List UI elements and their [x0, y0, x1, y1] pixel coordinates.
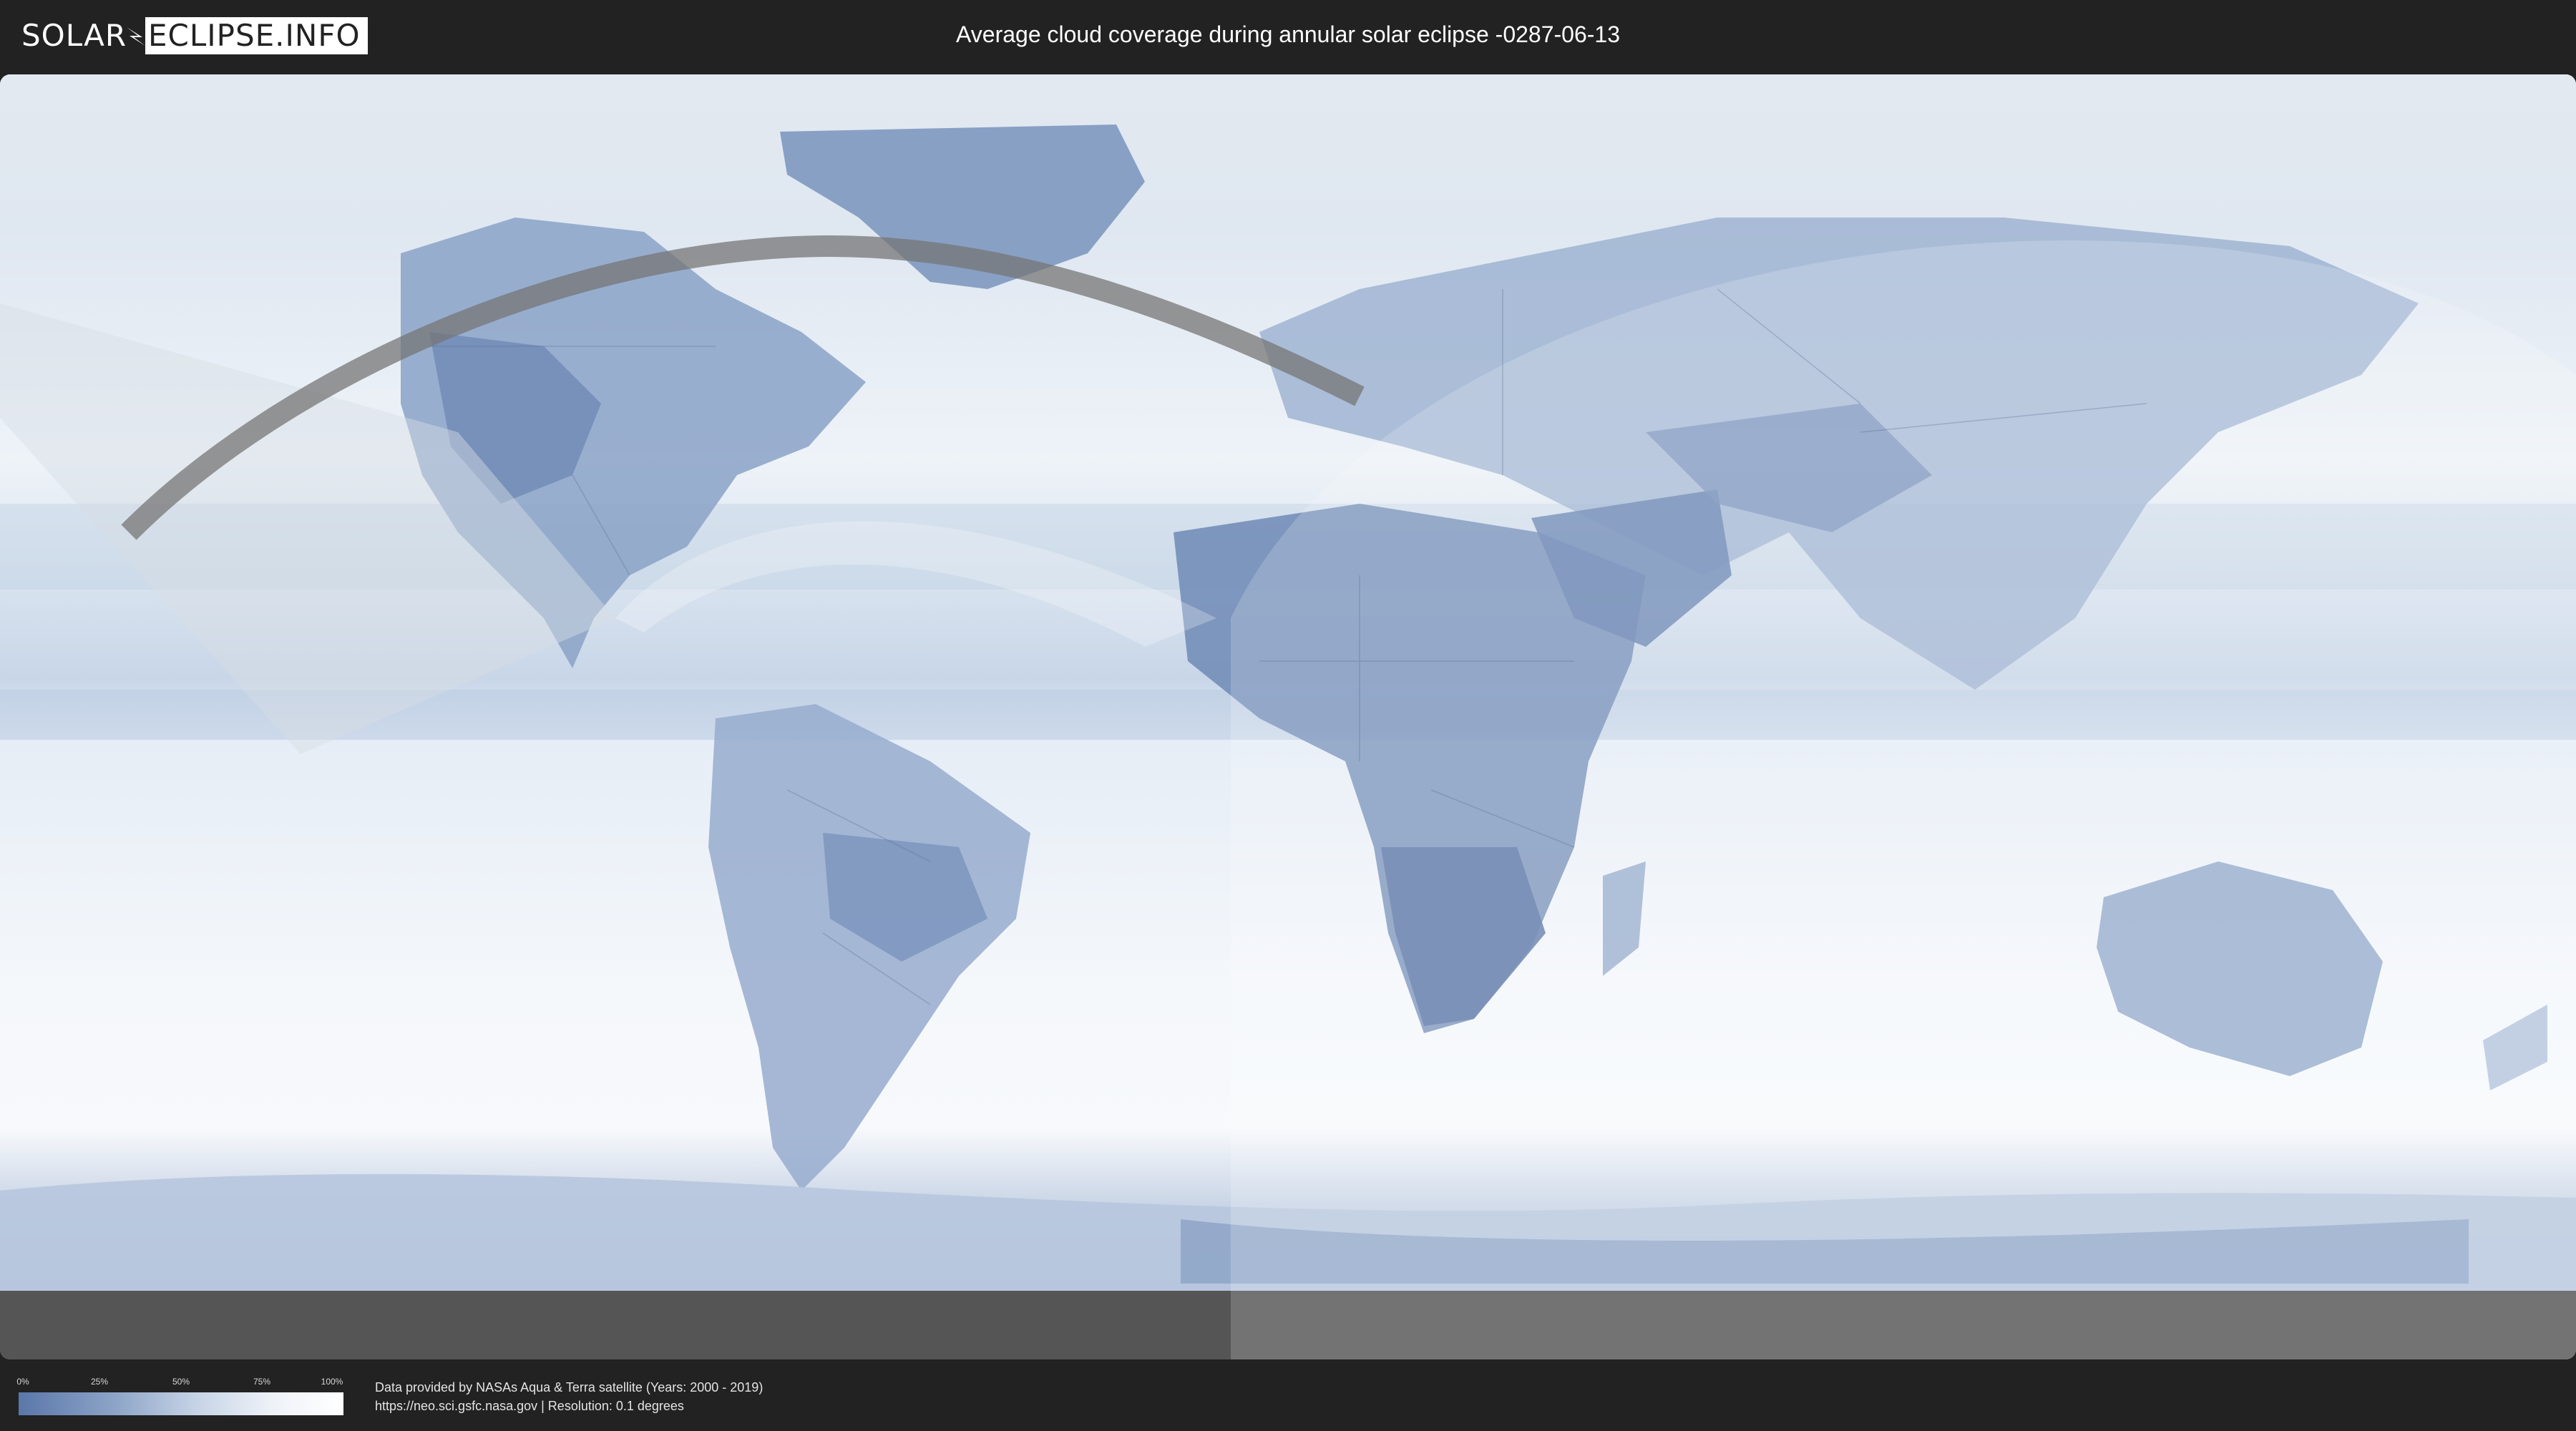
legend-tick-50: 50% [172, 1377, 190, 1387]
legend-color-bar [19, 1392, 343, 1415]
page: SOLAR ECLIPSE.INFO Average cloud coverag… [0, 0, 2576, 1431]
logo-text-solar: SOLAR [21, 18, 127, 53]
page-title: Average cloud coverage during annular so… [956, 21, 1620, 47]
eclipse-visibility-zone-east [1231, 240, 2576, 1359]
credits-line-source: Data provided by NASAs Aqua & Terra sate… [375, 1380, 763, 1395]
legend-tick-0: 0% [16, 1377, 29, 1387]
legend-tick-75: 75% [253, 1377, 271, 1387]
legend-tick-25: 25% [90, 1377, 109, 1387]
site-logo[interactable]: SOLAR ECLIPSE.INFO [21, 17, 368, 54]
cloud-coverage-map[interactable] [0, 74, 2576, 1359]
data-credits: Data provided by NASAs Aqua & Terra sate… [375, 1378, 763, 1415]
header: SOLAR ECLIPSE.INFO Average cloud coverag… [0, 0, 2576, 70]
credits-line-url[interactable]: https://neo.sci.gsfc.nasa.gov | Resoluti… [375, 1397, 763, 1415]
logo-text-eclipse-info: ECLIPSE.INFO [145, 17, 368, 54]
cloud-coverage-legend: 0% 25% 50% 75% 100% [16, 1377, 343, 1420]
footer: 0% 25% 50% 75% 100% Data provided by NAS… [0, 1359, 2576, 1431]
world-map-svg [0, 74, 2576, 1359]
eclipse-logo-icon [127, 27, 145, 46]
legend-tick-100: 100% [321, 1377, 343, 1387]
legend-ticks: 0% 25% 50% 75% 100% [16, 1377, 343, 1390]
